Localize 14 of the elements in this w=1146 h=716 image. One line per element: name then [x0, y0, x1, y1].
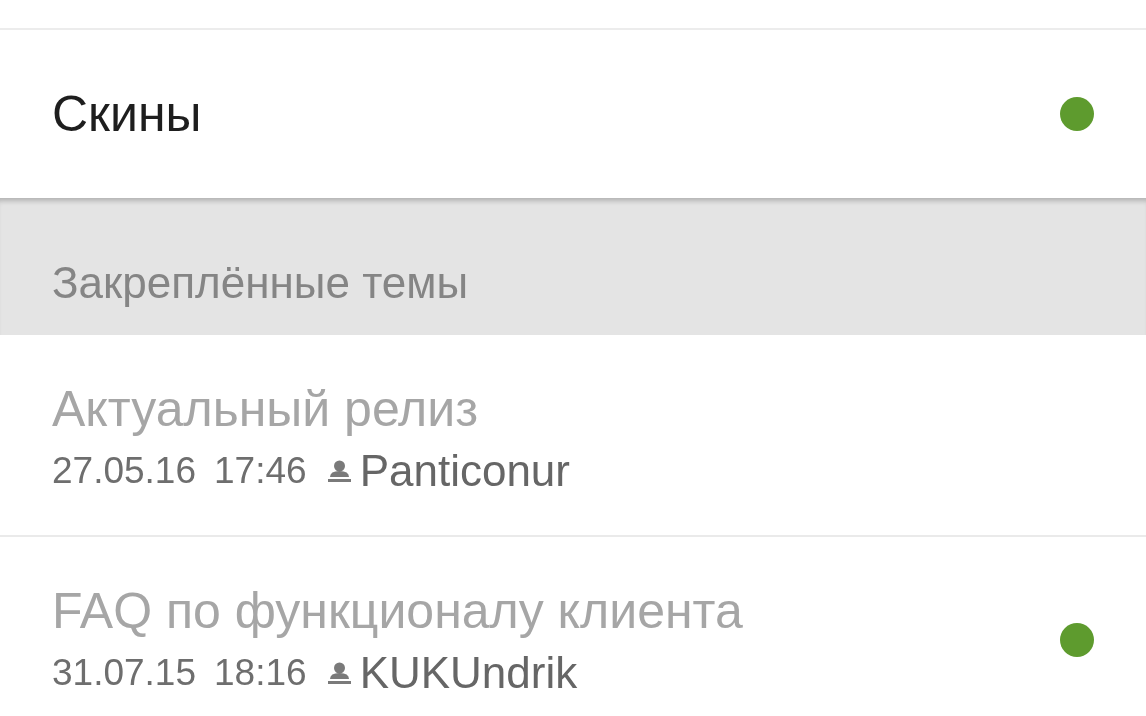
- topic-author: KUKUndrik: [359, 648, 578, 698]
- section-title: Закреплённые темы: [52, 256, 469, 309]
- topic-title: Актуальный релиз: [52, 380, 479, 438]
- topic-title: FAQ по функционалу клиента: [52, 582, 743, 640]
- topic-time: 17:46: [214, 449, 307, 493]
- person-icon: [326, 662, 352, 684]
- topic-time: 18:16: [214, 651, 307, 695]
- topic-row[interactable]: FAQ по функционалу клиента 31.07.15 18:16 KUKUndrik: [0, 537, 1146, 716]
- topic-row[interactable]: Актуальный релиз 27.05.16 17:46 Panticonur: [0, 335, 1146, 537]
- topic-author: Panticonur: [359, 446, 570, 496]
- topic-date: 27.05.16: [52, 449, 197, 493]
- forum-title: Скины: [52, 85, 202, 143]
- topic-date: 31.07.15: [52, 651, 197, 695]
- person-icon: [326, 460, 352, 482]
